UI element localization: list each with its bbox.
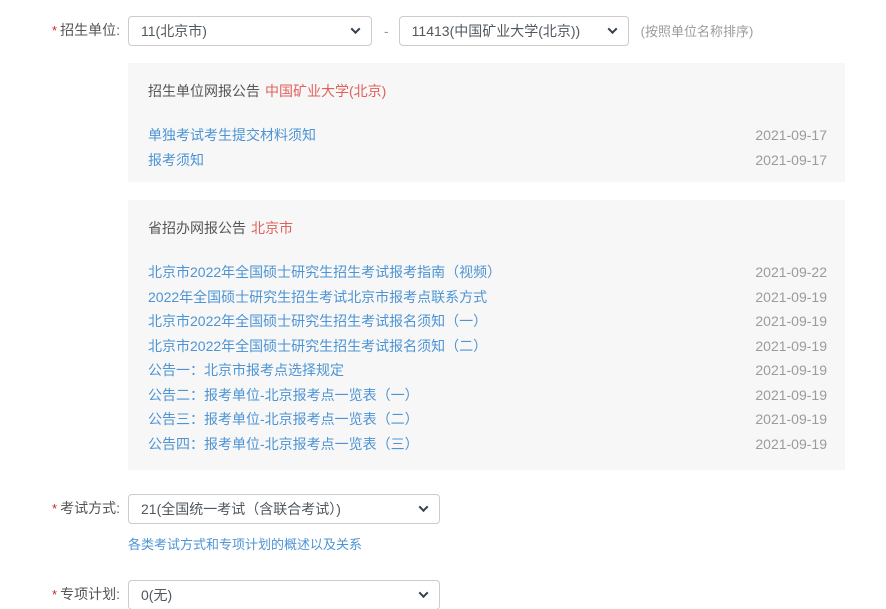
special-plan-select[interactable]: 0(无) <box>128 580 440 609</box>
notice-row: 2022年全国硕士研究生招生考试北京市报考点联系方式 2021-09-19 <box>148 285 827 310</box>
notice-link[interactable]: 报考须知 <box>148 148 204 173</box>
notice-row: 公告三：报考单位-北京报考点一览表（二） 2021-09-19 <box>148 407 827 432</box>
notice-link[interactable]: 公告一：北京市报考点选择规定 <box>148 358 344 383</box>
notice-date: 2021-09-19 <box>755 309 827 334</box>
notice-link[interactable]: 公告二：报考单位-北京报考点一览表（一） <box>148 383 419 408</box>
notice-link[interactable]: 2022年全国硕士研究生招生考试北京市报考点联系方式 <box>148 285 487 310</box>
notice-row: 北京市2022年全国硕士研究生招生考试报名须知（一） 2021-09-19 <box>148 309 827 334</box>
required-asterisk: * <box>52 23 57 38</box>
unit-notice-panel: 招生单位网报公告中国矿业大学(北京) 单独考试考生提交材料须知 2021-09-… <box>128 63 845 182</box>
province-select-value: 11(北京市) <box>141 21 207 41</box>
province-name-highlight: 北京市 <box>251 220 293 236</box>
notice-date: 2021-09-17 <box>755 123 827 148</box>
notice-row: 北京市2022年全国硕士研究生招生考试报考指南（视频） 2021-09-22 <box>148 260 827 285</box>
notice-row: 北京市2022年全国硕士研究生招生考试报名须知（二） 2021-09-19 <box>148 334 827 359</box>
select-separator: - <box>384 23 389 39</box>
required-asterisk: * <box>52 501 57 516</box>
enrollment-application-form: *招生单位: 11(北京市) - 11413(中国矿业大学(北京)) (按照单位… <box>0 0 886 609</box>
unit-select-value: 11413(中国矿业大学(北京)) <box>412 21 581 41</box>
notice-date: 2021-09-19 <box>755 334 827 359</box>
notice-date: 2021-09-19 <box>755 285 827 310</box>
exam-method-select[interactable]: 21(全国统一考试（含联合考试）) <box>128 494 440 524</box>
special-plan-label: *专项计划: <box>0 579 120 609</box>
chevron-down-icon <box>351 24 361 34</box>
province-notice-panel-title: 省招办网报公告北京市 <box>148 220 827 236</box>
exam-method-help-link[interactable]: 各类考试方式和专项计划的概述以及关系 <box>128 534 362 553</box>
notice-link[interactable]: 公告三：报考单位-北京报考点一览表（二） <box>148 407 419 432</box>
notice-link[interactable]: 北京市2022年全国硕士研究生招生考试报名须知（二） <box>148 334 487 359</box>
exam-method-row: *考试方式: 21(全国统一考试（含联合考试）) <box>0 493 886 524</box>
chevron-down-icon <box>607 24 617 34</box>
enrollment-unit-row: *招生单位: 11(北京市) - 11413(中国矿业大学(北京)) (按照单位… <box>0 15 886 46</box>
unit-name-highlight: 中国矿业大学(北京) <box>265 83 386 99</box>
notice-date: 2021-09-19 <box>755 407 827 432</box>
special-plan-row: *专项计划: 0(无) <box>0 579 886 609</box>
notice-row: 单独考试考生提交材料须知 2021-09-17 <box>148 123 827 148</box>
enrollment-unit-label: *招生单位: <box>0 15 120 46</box>
notice-row: 公告四：报考单位-北京报考点一览表（三） 2021-09-19 <box>148 432 827 457</box>
notice-date: 2021-09-22 <box>755 260 827 285</box>
required-asterisk: * <box>52 587 57 602</box>
notice-link[interactable]: 北京市2022年全国硕士研究生招生考试报名须知（一） <box>148 309 487 334</box>
notice-link[interactable]: 公告四：报考单位-北京报考点一览表（三） <box>148 432 419 457</box>
province-notice-panel: 省招办网报公告北京市 北京市2022年全国硕士研究生招生考试报考指南（视频） 2… <box>128 200 845 470</box>
unit-select[interactable]: 11413(中国矿业大学(北京)) <box>399 16 629 46</box>
province-notice-list: 北京市2022年全国硕士研究生招生考试报考指南（视频） 2021-09-22 2… <box>148 260 827 456</box>
notice-date: 2021-09-19 <box>755 383 827 408</box>
notice-row: 公告二：报考单位-北京报考点一览表（一） 2021-09-19 <box>148 383 827 408</box>
notice-date: 2021-09-19 <box>755 432 827 457</box>
notice-row: 公告一：北京市报考点选择规定 2021-09-19 <box>148 358 827 383</box>
unit-notice-panel-title: 招生单位网报公告中国矿业大学(北京) <box>148 83 827 99</box>
exam-method-label: *考试方式: <box>0 493 120 524</box>
notice-link[interactable]: 单独考试考生提交材料须知 <box>148 123 316 148</box>
chevron-down-icon <box>419 588 429 598</box>
notice-date: 2021-09-17 <box>755 148 827 173</box>
sort-order-hint: (按照单位名称排序) <box>641 21 754 40</box>
notice-date: 2021-09-19 <box>755 358 827 383</box>
exam-method-select-value: 21(全国统一考试（含联合考试）) <box>141 499 341 519</box>
notice-row: 报考须知 2021-09-17 <box>148 148 827 173</box>
special-plan-select-value: 0(无) <box>141 585 172 605</box>
unit-notice-list: 单独考试考生提交材料须知 2021-09-17 报考须知 2021-09-17 <box>148 123 827 172</box>
province-select[interactable]: 11(北京市) <box>128 16 372 46</box>
chevron-down-icon <box>419 502 429 512</box>
notice-link[interactable]: 北京市2022年全国硕士研究生招生考试报考指南（视频） <box>148 260 501 285</box>
